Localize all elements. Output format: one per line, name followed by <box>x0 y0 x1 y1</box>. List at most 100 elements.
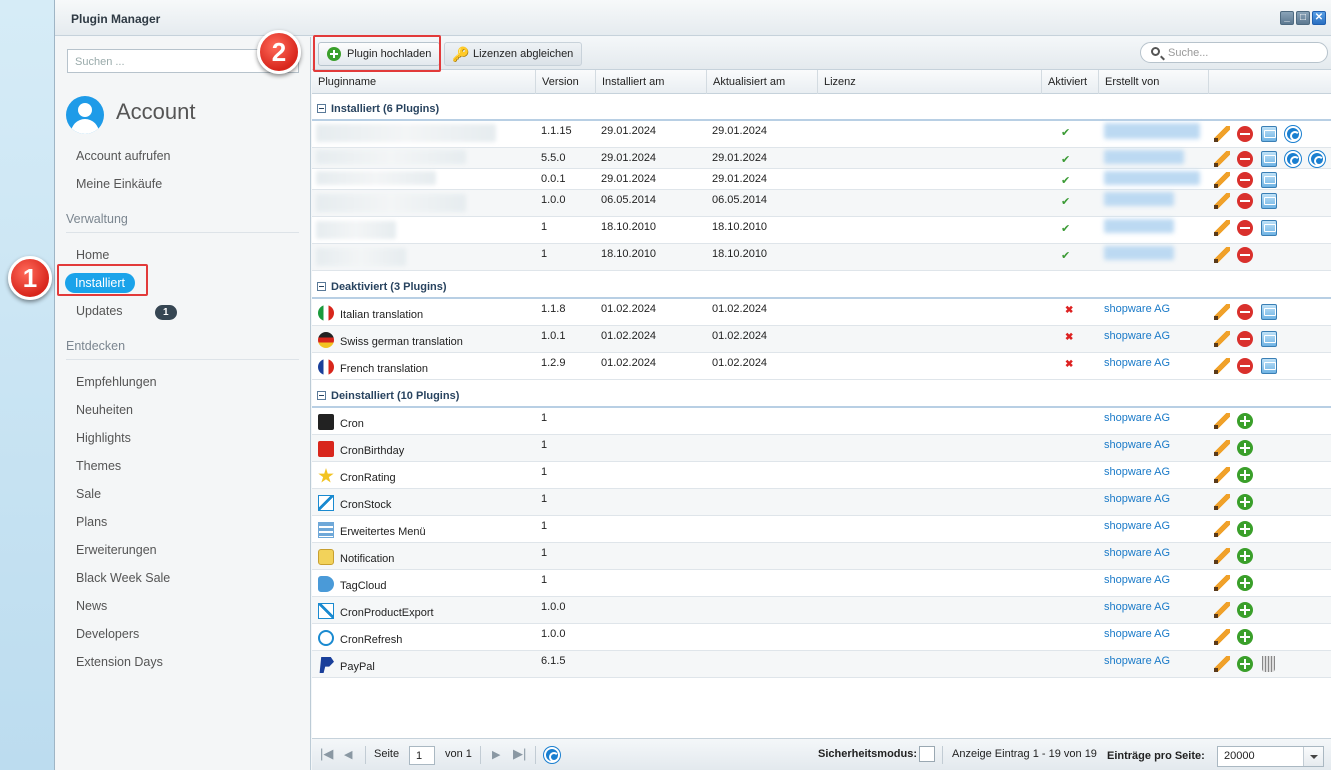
edit-icon[interactable] <box>1214 126 1230 142</box>
install-icon[interactable] <box>1237 575 1253 591</box>
sidebar-item-highlights[interactable]: Highlights <box>76 431 131 445</box>
author-link[interactable]: shopware AG <box>1104 439 1170 451</box>
edit-icon[interactable] <box>1214 358 1230 374</box>
last-page-icon[interactable]: ▶| <box>513 746 526 762</box>
column-header-license[interactable]: Lizenz <box>818 70 1042 94</box>
table-row[interactable]: Erweitertes Menü 1 shopware AG <box>312 516 1331 543</box>
table-row[interactable]: Notification 1 shopware AG <box>312 543 1331 570</box>
table-row[interactable]: French translation 1.2.9 01.02.2024 01.0… <box>312 353 1331 380</box>
uninstall-icon[interactable] <box>1237 358 1253 374</box>
author-link[interactable]: shopware AG <box>1104 547 1170 559</box>
author-link[interactable]: shopware AG <box>1104 628 1170 640</box>
table-row[interactable]: CronStock 1 shopware AG <box>312 489 1331 516</box>
edit-icon[interactable] <box>1214 247 1230 263</box>
sidebar-item-home[interactable]: Home <box>76 248 109 262</box>
table-row[interactable]: Italian translation 1.1.8 01.02.2024 01.… <box>312 299 1331 326</box>
sidebar-item-developers[interactable]: Developers <box>76 627 139 641</box>
install-icon[interactable] <box>1237 494 1253 510</box>
edit-icon[interactable] <box>1214 304 1230 320</box>
author-link[interactable]: shopware AG <box>1104 493 1170 505</box>
uninstall-icon[interactable] <box>1237 151 1253 167</box>
column-header-version[interactable]: Version <box>536 70 596 94</box>
table-row[interactable]: CronRating 1 shopware AG <box>312 462 1331 489</box>
collapse-icon[interactable] <box>317 104 326 113</box>
edit-icon[interactable] <box>1214 467 1230 483</box>
refresh-icon[interactable] <box>544 747 560 763</box>
install-icon[interactable] <box>1237 440 1253 456</box>
sync-licenses-button[interactable]: 🔑 Lizenzen abgleichen <box>444 42 583 66</box>
edit-icon[interactable] <box>1214 602 1230 618</box>
sidebar-item-extension-days[interactable]: Extension Days <box>76 655 163 669</box>
column-header-active[interactable]: Aktiviert <box>1042 70 1099 94</box>
delete-icon[interactable] <box>1262 656 1275 672</box>
refresh-icon[interactable] <box>1309 151 1325 167</box>
table-row[interactable]: 1.0.0 06.05.2014 06.05.2014 ✔ <box>312 190 1331 217</box>
table-row[interactable]: 1 18.10.2010 18.10.2010 ✔ <box>312 217 1331 244</box>
edit-icon[interactable] <box>1214 413 1230 429</box>
author-link[interactable]: shopware AG <box>1104 412 1170 424</box>
collapse-icon[interactable] <box>317 282 326 291</box>
edit-icon[interactable] <box>1214 440 1230 456</box>
update-icon[interactable] <box>1285 126 1301 142</box>
author-link[interactable]: shopware AG <box>1104 574 1170 586</box>
uninstall-icon[interactable] <box>1237 247 1253 263</box>
column-header-updated[interactable]: Aktualisiert am <box>707 70 818 94</box>
edit-icon[interactable] <box>1214 331 1230 347</box>
reinstall-icon[interactable] <box>1261 172 1277 188</box>
uninstall-icon[interactable] <box>1237 193 1253 209</box>
uninstall-icon[interactable] <box>1237 126 1253 142</box>
table-row[interactable]: CronRefresh 1.0.0 shopware AG <box>312 624 1331 651</box>
reinstall-icon[interactable] <box>1261 304 1277 320</box>
collapse-icon[interactable] <box>317 391 326 400</box>
edit-icon[interactable] <box>1214 220 1230 236</box>
edit-icon[interactable] <box>1214 151 1230 167</box>
table-row[interactable]: 1.1.15 29.01.2024 29.01.2024 ✔ <box>312 121 1331 148</box>
sidebar-item-themes[interactable]: Themes <box>76 459 121 473</box>
close-button[interactable]: ✕ <box>1312 11 1326 25</box>
minimize-button[interactable]: _ <box>1280 11 1294 25</box>
sidebar-item-account-aufrufen[interactable]: Account aufrufen <box>76 149 171 163</box>
sidebar-item-meine-einkaeufe[interactable]: Meine Einkäufe <box>76 177 162 191</box>
edit-icon[interactable] <box>1214 172 1230 188</box>
chevron-down-icon[interactable] <box>1303 747 1323 766</box>
group-header-uninstalled[interactable]: Deinstalliert (10 Plugins) <box>312 382 1331 408</box>
install-icon[interactable] <box>1237 629 1253 645</box>
install-icon[interactable] <box>1237 413 1253 429</box>
edit-icon[interactable] <box>1214 548 1230 564</box>
table-row[interactable]: TagCloud 1 shopware AG <box>312 570 1331 597</box>
group-header-deactivated[interactable]: Deaktiviert (3 Plugins) <box>312 273 1331 299</box>
table-row[interactable]: CronBirthday 1 shopware AG <box>312 435 1331 462</box>
sidebar-item-neuheiten[interactable]: Neuheiten <box>76 403 133 417</box>
reinstall-icon[interactable] <box>1261 358 1277 374</box>
author-link[interactable]: shopware AG <box>1104 466 1170 478</box>
author-link[interactable]: shopware AG <box>1104 601 1170 613</box>
column-header-installed[interactable]: Installiert am <box>596 70 707 94</box>
table-row[interactable]: 1 18.10.2010 18.10.2010 ✔ <box>312 244 1331 271</box>
edit-icon[interactable] <box>1214 193 1230 209</box>
plugin-search-input[interactable]: Suche... <box>1140 42 1328 63</box>
next-page-icon[interactable]: ▶ <box>492 748 500 761</box>
page-number-input[interactable]: 1 <box>409 746 435 765</box>
sidebar-item-plans[interactable]: Plans <box>76 515 107 529</box>
table-row[interactable]: Cron 1 shopware AG <box>312 408 1331 435</box>
author-link[interactable]: shopware AG <box>1104 357 1170 369</box>
uninstall-icon[interactable] <box>1237 304 1253 320</box>
reinstall-icon[interactable] <box>1261 331 1277 347</box>
table-row[interactable]: PayPal 6.1.5 shopware AG <box>312 651 1331 678</box>
reinstall-icon[interactable] <box>1261 126 1277 142</box>
maximize-button[interactable]: □ <box>1296 11 1310 25</box>
safe-mode-checkbox[interactable] <box>919 746 935 762</box>
first-page-icon[interactable]: |◀ <box>320 746 333 762</box>
sidebar-item-erweiterungen[interactable]: Erweiterungen <box>76 543 157 557</box>
sidebar-item-empfehlungen[interactable]: Empfehlungen <box>76 375 157 389</box>
author-link[interactable]: shopware AG <box>1104 330 1170 342</box>
sidebar-item-updates[interactable]: Updates 1 <box>76 304 177 320</box>
uninstall-icon[interactable] <box>1237 331 1253 347</box>
column-header-author[interactable]: Erstellt von <box>1099 70 1209 94</box>
author-link[interactable]: shopware AG <box>1104 520 1170 532</box>
table-row[interactable]: CronProductExport 1.0.0 shopware AG <box>312 597 1331 624</box>
edit-icon[interactable] <box>1214 629 1230 645</box>
per-page-select[interactable]: 20000 <box>1217 746 1324 767</box>
update-icon[interactable] <box>1285 151 1301 167</box>
install-icon[interactable] <box>1237 602 1253 618</box>
